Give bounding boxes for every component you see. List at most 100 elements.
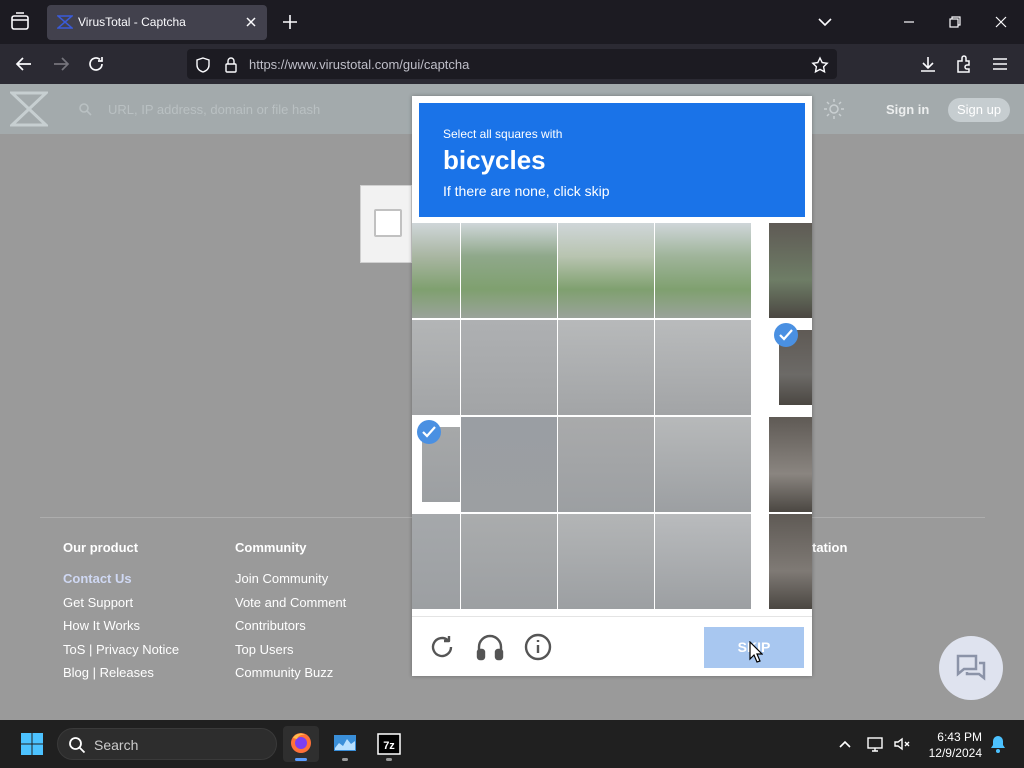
mouse-cursor-icon [749, 641, 763, 663]
reload-icon[interactable] [427, 632, 457, 662]
reload-icon[interactable] [86, 54, 106, 74]
footer-link-vote-comment[interactable]: Vote and Comment [235, 595, 346, 619]
footer-heading: Community [235, 540, 307, 555]
footer-heading-partial: tation [812, 540, 848, 555]
hamburger-menu-icon[interactable] [990, 54, 1010, 74]
lock-icon[interactable] [222, 56, 240, 74]
back-arrow-icon[interactable] [14, 54, 34, 74]
captcha-tile[interactable] [412, 320, 460, 415]
search-placeholder: URL, IP address, domain or file hash [108, 102, 321, 117]
captcha-tile[interactable] [412, 514, 460, 609]
captcha-tile-image [558, 417, 654, 512]
info-icon[interactable] [523, 632, 553, 662]
captcha-tile[interactable] [558, 320, 654, 415]
chat-icon [956, 654, 986, 681]
captcha-tile-image [558, 223, 654, 318]
7zip-icon: 7z [377, 733, 401, 755]
taskbar-task-manager[interactable] [327, 726, 363, 762]
captcha-tile-image [769, 417, 812, 512]
virustotal-search-input[interactable]: URL, IP address, domain or file hash [70, 94, 410, 124]
monitor-icon[interactable] [866, 734, 886, 754]
captcha-tile[interactable] [412, 417, 460, 512]
captcha-tile-image [558, 320, 654, 415]
taskbar-7zip[interactable]: 7z [371, 726, 407, 762]
captcha-tile-image [412, 223, 460, 318]
sign-up-button[interactable]: Sign up [948, 98, 1010, 122]
footer-link-blog-releases[interactable]: Blog | Releases [63, 665, 179, 689]
captcha-checkbox[interactable] [374, 209, 402, 237]
chevron-down-icon[interactable] [815, 12, 835, 32]
captcha-tile[interactable] [769, 223, 812, 318]
footer-link-join-community[interactable]: Join Community [235, 571, 346, 595]
sign-in-link[interactable]: Sign in [886, 102, 929, 117]
captcha-tile[interactable] [769, 320, 812, 415]
captcha-instruction: Select all squares with [443, 127, 563, 141]
taskbar-firefox[interactable] [283, 726, 319, 762]
captcha-tile-image [769, 223, 812, 318]
notification-bell-icon[interactable] [988, 734, 1008, 754]
active-app-indicator [295, 758, 307, 761]
footer-link-how-it-works[interactable]: How It Works [63, 618, 179, 642]
footer-link-top-users[interactable]: Top Users [235, 642, 346, 666]
captcha-tile[interactable] [461, 223, 557, 318]
captcha-tile[interactable] [461, 514, 557, 609]
taskbar-search-label: Search [94, 737, 139, 753]
captcha-checkbox-card [360, 185, 412, 263]
captcha-tile[interactable] [655, 223, 751, 318]
sun-icon[interactable] [823, 98, 845, 120]
browser-nav-bar: https://www.virustotal.com/gui/captcha [0, 44, 1024, 84]
close-window-icon[interactable] [989, 10, 1013, 34]
windows-start-icon[interactable] [20, 732, 44, 756]
download-icon[interactable] [918, 54, 938, 74]
captcha-tile[interactable] [461, 417, 557, 512]
extensions-icon[interactable] [954, 54, 974, 74]
clock-time: 6:43 PM [937, 730, 982, 744]
chevron-up-icon[interactable] [835, 734, 855, 754]
taskbar-search[interactable]: Search [57, 728, 277, 760]
footer-link-community-buzz[interactable]: Community Buzz [235, 665, 346, 689]
tab-title: VirusTotal - Captcha [78, 15, 186, 29]
captcha-tile[interactable] [769, 514, 812, 609]
new-tab-icon[interactable] [280, 12, 300, 32]
captcha-tile[interactable] [461, 320, 557, 415]
virustotal-logo-icon[interactable] [8, 91, 50, 127]
address-bar[interactable]: https://www.virustotal.com/gui/captcha [187, 49, 837, 79]
shield-icon[interactable] [194, 56, 212, 74]
captcha-tile[interactable] [412, 223, 460, 318]
headphones-icon[interactable] [475, 632, 505, 662]
captcha-tile-image [461, 417, 557, 512]
running-app-indicator [386, 758, 392, 761]
sound-muted-icon[interactable] [892, 734, 912, 754]
footer-link-contributors[interactable]: Contributors [235, 618, 346, 642]
captcha-tile[interactable] [769, 417, 812, 512]
captcha-tile[interactable] [558, 514, 654, 609]
footer-link-contact-us[interactable]: Contact Us [63, 571, 179, 595]
tab-list-icon[interactable] [8, 10, 32, 34]
captcha-tile-image [558, 514, 654, 609]
captcha-tile[interactable] [655, 320, 751, 415]
restore-icon[interactable] [943, 10, 967, 34]
windows-taskbar: Search 7z 6:43 PM 12/9/2024 [0, 720, 1024, 768]
captcha-hint: If there are none, click skip [443, 183, 610, 199]
chat-button[interactable] [939, 636, 1003, 700]
captcha-image-grid [412, 223, 812, 609]
captcha-tile-image [655, 514, 751, 609]
forward-arrow-icon[interactable] [51, 54, 71, 74]
system-clock[interactable]: 6:43 PM 12/9/2024 [918, 729, 982, 761]
close-tab-icon[interactable] [243, 14, 259, 30]
svg-text:7z: 7z [383, 740, 395, 752]
captcha-tile[interactable] [655, 514, 751, 609]
footer-link-get-support[interactable]: Get Support [63, 595, 179, 619]
minimize-icon[interactable] [897, 10, 921, 34]
captcha-tile[interactable] [655, 417, 751, 512]
browser-tab-active[interactable]: VirusTotal - Captcha [47, 5, 267, 40]
footer-link-tos-privacy[interactable]: ToS | Privacy Notice [63, 642, 179, 666]
captcha-tile[interactable] [558, 417, 654, 512]
captcha-tile[interactable] [558, 223, 654, 318]
search-icon [68, 736, 86, 754]
footer-column-community: Community Join Community Vote and Commen… [235, 540, 346, 689]
bookmark-star-icon[interactable] [811, 56, 829, 74]
browser-tab-bar: VirusTotal - Captcha [0, 0, 1024, 44]
footer-column-product: Our product Contact Us Get Support How I… [63, 540, 179, 689]
captcha-prompt-header: Select all squares with bicycles If ther… [419, 103, 805, 217]
